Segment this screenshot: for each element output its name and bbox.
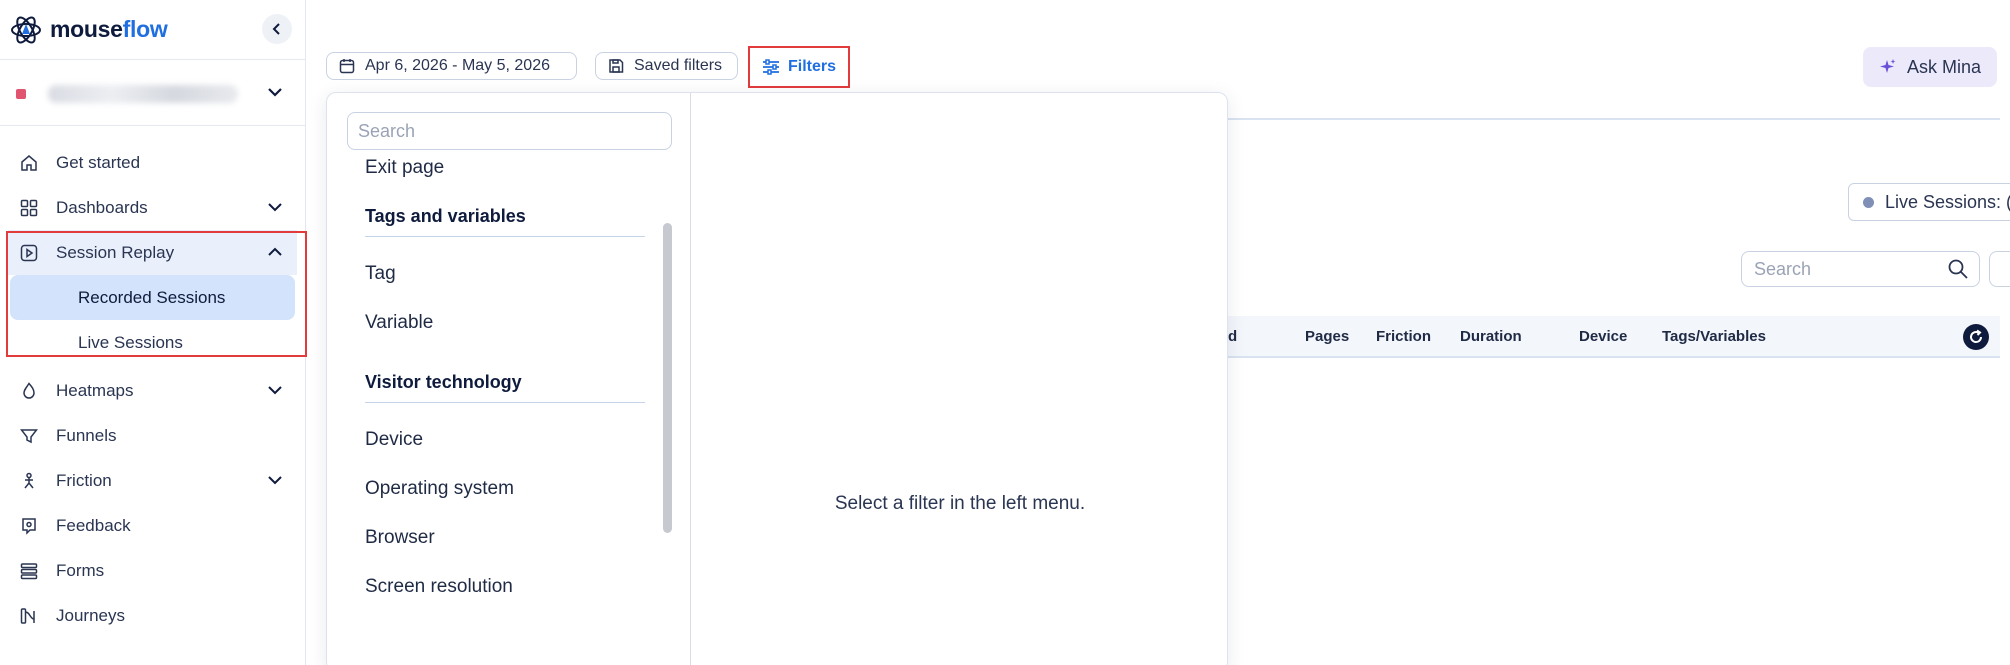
saved-filters-label: Saved filters (634, 57, 723, 74)
sessions-search-input[interactable]: Search (1741, 251, 1980, 287)
chevron-down-icon (268, 476, 282, 485)
sidebar-item-funnels[interactable]: Funnels (0, 413, 305, 458)
sidebar-item-label: Heatmaps (56, 380, 134, 400)
filter-option-label: Operating system (365, 477, 514, 499)
save-icon (609, 59, 624, 73)
feedback-icon (20, 517, 38, 535)
search-icon (1948, 259, 1968, 279)
column-header[interactable]: Duration (1460, 328, 1522, 345)
chevron-down-icon (268, 203, 282, 212)
sidebar-item-forms[interactable]: Forms (0, 548, 305, 593)
sessions-table-header: d Pages Friction Duration Device Tags/Va… (1228, 316, 2000, 358)
filter-option-label: Exit page (365, 157, 445, 178)
sidebar-item-label: Funnels (56, 425, 117, 445)
date-range-picker[interactable]: Apr 6, 2026 - May 5, 2026 (326, 52, 577, 80)
date-range-label: Apr 6, 2026 - May 5, 2026 (365, 57, 550, 74)
filter-menu: Search Exit page Tags and variables Tag … (327, 93, 691, 665)
flame-icon (20, 381, 38, 400)
main-nav: Get started Dashboards Session Replay Re… (0, 140, 305, 638)
sidebar-item-label: Forms (56, 560, 105, 580)
column-header[interactable]: Pages (1305, 328, 1349, 345)
sidebar-item-friction[interactable]: Friction (0, 458, 305, 503)
filters-label: Filters (787, 58, 836, 75)
search-placeholder: Search (1754, 258, 1812, 279)
calendar-icon (339, 59, 355, 74)
funnel-icon (20, 427, 38, 445)
sidebar-item-label: Dashboards (56, 197, 148, 217)
filter-option-screen-resolution[interactable]: Screen resolution (365, 562, 645, 611)
filter-option-operating-system[interactable]: Operating system (365, 464, 645, 513)
sliders-icon (762, 59, 779, 75)
collapse-sidebar-button[interactable] (262, 14, 292, 44)
column-header[interactable]: Device (1579, 328, 1627, 345)
filter-panel: Search Exit page Tags and variables Tag … (326, 92, 1228, 665)
filter-group-heading: Tags and variables (365, 197, 645, 237)
sidebar-item-label: Journeys (56, 605, 125, 625)
filter-list: Exit page Tags and variables Tag Variabl… (365, 151, 645, 611)
filter-option-label: Browser (365, 526, 435, 548)
filter-search-placeholder: Search (358, 120, 416, 141)
column-header[interactable]: Tags/Variables (1662, 328, 1766, 345)
sidebar-item-heatmaps[interactable]: Heatmaps (0, 368, 305, 413)
sidebar-item-dashboards[interactable]: Dashboards (0, 185, 305, 230)
project-selector[interactable] (0, 62, 305, 126)
filter-option-browser[interactable]: Browser (365, 513, 645, 562)
column-header[interactable]: d (1228, 328, 1237, 345)
live-sessions-badge[interactable]: Live Sessions: ( (1848, 183, 2010, 221)
live-sessions-label: Live Sessions: ( (1885, 191, 2010, 212)
saved-filters-button[interactable]: Saved filters (595, 52, 738, 80)
tabs-divider (1228, 118, 2000, 120)
sidebar-item-label: Feedback (56, 515, 131, 535)
filter-option-label: Variable (365, 311, 434, 333)
sidebar-item-label: Friction (56, 470, 112, 490)
filter-option-exit-page[interactable]: Exit page (365, 151, 645, 185)
ask-mina-button[interactable]: Ask Mina (1863, 47, 1997, 87)
filter-option-tag[interactable]: Tag (365, 249, 645, 298)
home-icon (20, 154, 38, 172)
filter-empty-message: Select a filter in the left menu. (834, 493, 1086, 514)
dashboard-icon (20, 199, 38, 217)
chevron-down-icon (268, 386, 282, 395)
forms-icon (20, 562, 38, 580)
chevron-down-icon (268, 88, 282, 97)
filter-option-device[interactable]: Device (365, 415, 645, 464)
sidebar-item-feedback[interactable]: Feedback (0, 503, 305, 548)
logo-text: mouseflow (50, 16, 168, 42)
project-color-dot (16, 88, 26, 99)
friction-icon (20, 472, 38, 490)
session-replay-highlight (6, 231, 307, 357)
sidebar: mouseflow Get started Dashboards Session… (0, 0, 307, 665)
refresh-icon[interactable] (1963, 324, 1989, 350)
more-options-button[interactable] (1989, 251, 2010, 287)
chevron-left-icon (272, 23, 280, 35)
sidebar-item-get-started[interactable]: Get started (0, 140, 305, 185)
sidebar-item-label: Get started (56, 152, 141, 172)
filter-option-label: Screen resolution (365, 575, 513, 597)
filter-list-scrollbar[interactable] (663, 223, 672, 533)
filter-group-heading: Visitor technology (365, 363, 645, 403)
project-name-blurred (48, 84, 238, 103)
ask-mina-label: Ask Mina (1906, 56, 1982, 77)
filter-option-label: Device (365, 428, 424, 450)
sparkle-icon (1879, 59, 1896, 73)
mouseflow-logo-icon (11, 16, 41, 43)
filters-button[interactable]: Filters (748, 46, 850, 88)
sidebar-item-journeys[interactable]: Journeys (0, 593, 305, 638)
journeys-icon (20, 607, 38, 625)
filter-option-variable[interactable]: Variable (365, 298, 645, 347)
live-status-dot (1863, 196, 1874, 208)
column-header[interactable]: Friction (1376, 328, 1431, 345)
filter-search-input[interactable]: Search (347, 112, 672, 150)
filter-option-label: Tag (365, 262, 396, 284)
logo[interactable]: mouseflow (0, 0, 305, 60)
